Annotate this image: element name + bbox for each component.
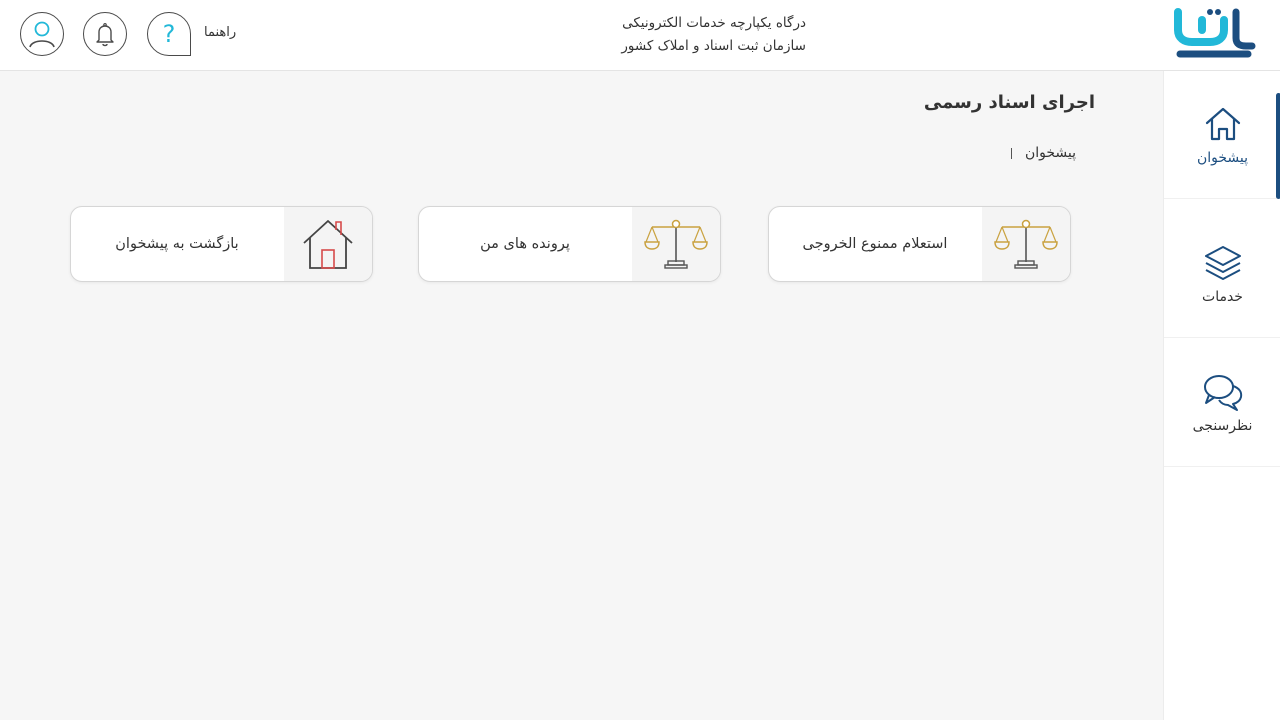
sidebar: پیشخوان خدمات نظرسنجی xyxy=(1163,71,1280,720)
sidebar-item-label: خدمات xyxy=(1202,288,1243,305)
card-icon-area xyxy=(982,207,1070,281)
sabt-logo[interactable] xyxy=(1174,8,1258,60)
house-icon xyxy=(303,220,353,269)
card-exit-ban-inquiry[interactable]: استعلام ممنوع الخروجی xyxy=(768,206,1071,282)
active-indicator xyxy=(1276,93,1280,199)
portal-title: درگاه یکپارچه خدمات الکترونیکی سازمان ثب… xyxy=(560,12,806,58)
breadcrumb-separator xyxy=(1010,147,1012,159)
home-icon xyxy=(1205,107,1240,140)
help-button[interactable]: ? xyxy=(147,12,191,56)
portal-title-line2: سازمان ثبت اسناد و املاک کشور xyxy=(621,38,806,54)
sidebar-item-dashboard[interactable]: پیشخوان xyxy=(1164,71,1280,199)
card-my-files[interactable]: پرونده های من xyxy=(418,206,721,282)
layers-icon xyxy=(1204,245,1241,280)
card-label: پرونده های من xyxy=(480,236,570,252)
sidebar-item-services[interactable]: خدمات xyxy=(1164,210,1280,338)
breadcrumb: پیشخوان xyxy=(880,143,1076,163)
card-back-to-dashboard[interactable]: بازگشت به پیشخوان xyxy=(70,206,373,282)
sidebar-item-survey[interactable]: نظرسنجی xyxy=(1164,339,1280,467)
user-profile-button[interactable] xyxy=(20,12,64,56)
bell-icon xyxy=(96,23,114,47)
help-label[interactable]: راهنما xyxy=(204,25,236,40)
card-icon-area xyxy=(632,207,720,281)
page-title: اجرای اسناد رسمی xyxy=(923,92,1095,113)
scales-icon xyxy=(644,219,708,269)
top-header: ? راهنما درگاه یکپارچه خدمات الکترونیکی … xyxy=(0,0,1280,71)
scales-icon xyxy=(994,219,1058,269)
user-icon xyxy=(29,21,55,48)
sidebar-item-label: نظرسنجی xyxy=(1192,417,1253,434)
breadcrumb-item-dashboard[interactable]: پیشخوان xyxy=(1025,145,1076,161)
card-label: بازگشت به پیشخوان xyxy=(115,236,239,252)
sidebar-item-label: پیشخوان xyxy=(1196,149,1249,166)
portal-title-line1: درگاه یکپارچه خدمات الکترونیکی xyxy=(622,15,806,31)
card-label: استعلام ممنوع الخروجی xyxy=(802,236,948,252)
chat-icon xyxy=(1203,374,1242,411)
notifications-button[interactable] xyxy=(83,12,127,56)
help-icon: ? xyxy=(162,20,176,48)
card-icon-area xyxy=(284,207,372,281)
